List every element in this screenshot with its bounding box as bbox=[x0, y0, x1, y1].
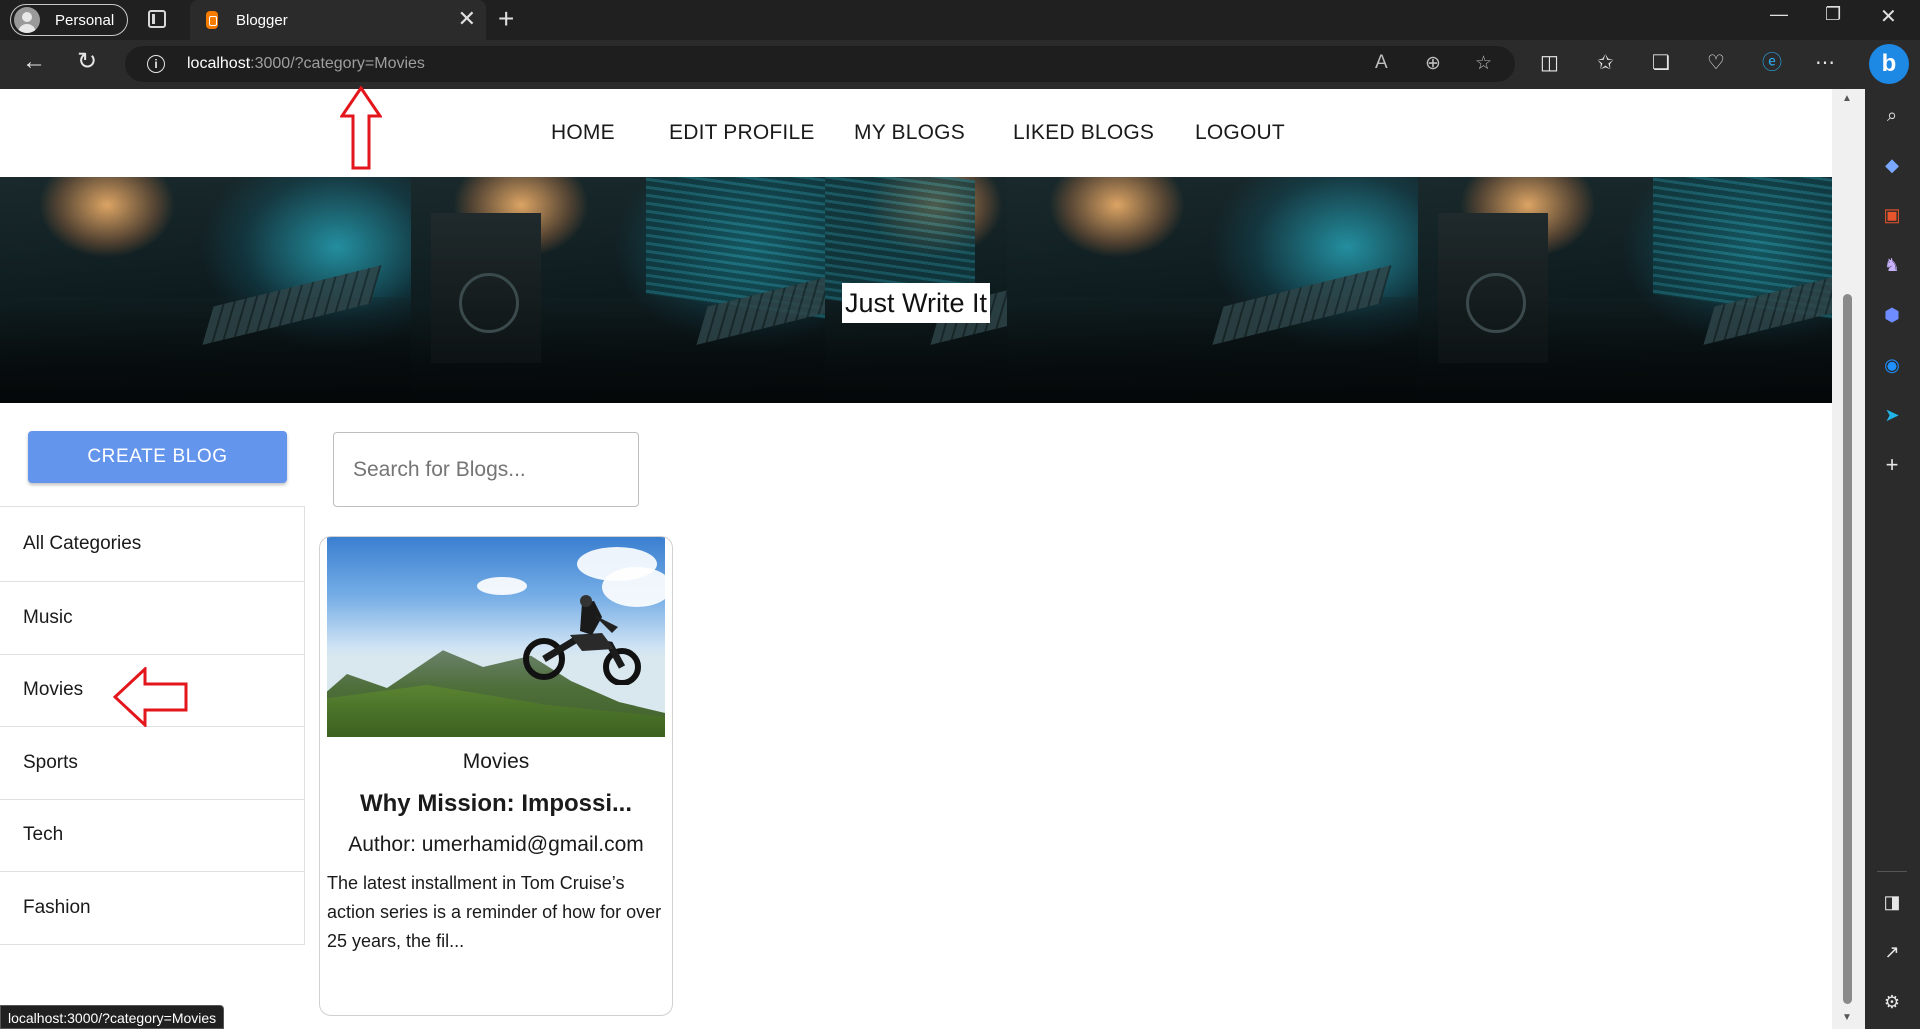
hero-image-tile bbox=[1418, 177, 1832, 403]
status-url-tooltip: localhost:3000/?category=Movies bbox=[0, 1005, 225, 1029]
tab-title: Blogger bbox=[236, 11, 288, 29]
site-navbar: HOME EDIT PROFILE MY BLOGS LIKED BLOGS L… bbox=[0, 89, 1832, 177]
browser-essentials-icon[interactable]: ♡ bbox=[1707, 52, 1725, 74]
category-item-fashion[interactable]: Fashion bbox=[0, 871, 304, 944]
refresh-icon[interactable]: ↻ bbox=[77, 48, 97, 76]
edge-sidebar: ⌕ ◆ ▣ ♞ ⬢ ◉ ➤ + ◨ ↗ ⚙ bbox=[1865, 89, 1920, 1029]
motorbike-rider-icon bbox=[523, 595, 641, 685]
minimize-icon[interactable]: — bbox=[1770, 4, 1788, 25]
category-item-tech[interactable]: Tech bbox=[0, 798, 304, 872]
category-item-music[interactable]: Music bbox=[0, 581, 304, 654]
new-tab-icon[interactable]: + bbox=[498, 5, 514, 33]
blog-card[interactable]: Movies Why Mission: Impossi... Author: u… bbox=[319, 536, 673, 1016]
category-item-sports[interactable]: Sports bbox=[0, 726, 304, 799]
browser-titlebar: Personal Blogger ✕ + — ❐ ✕ bbox=[0, 0, 1920, 40]
sidebar-copilot-icon[interactable]: ⬢ bbox=[1879, 302, 1905, 328]
hero-image-tile bbox=[0, 177, 411, 403]
blog-card-image bbox=[327, 537, 665, 737]
nav-home-link[interactable]: HOME bbox=[551, 121, 615, 145]
scroll-down-icon[interactable]: ▼ bbox=[1842, 1012, 1852, 1023]
browser-tab-active[interactable]: Blogger ✕ bbox=[190, 0, 486, 40]
more-menu-icon[interactable]: ⋯ bbox=[1815, 52, 1835, 74]
read-aloud-icon[interactable]: A bbox=[1375, 52, 1388, 74]
close-tab-icon[interactable]: ✕ bbox=[458, 8, 476, 30]
nav-edit-profile-link[interactable]: EDIT PROFILE bbox=[669, 121, 815, 145]
search-input[interactable] bbox=[335, 434, 637, 505]
zoom-icon[interactable]: ⊕ bbox=[1425, 52, 1441, 75]
sidebar-tools-icon[interactable]: ▣ bbox=[1879, 202, 1905, 228]
nav-liked-blogs-link[interactable]: LIKED BLOGS bbox=[1013, 121, 1154, 145]
sidebar-send-icon[interactable]: ➤ bbox=[1879, 402, 1905, 428]
profile-label: Personal bbox=[55, 11, 115, 29]
close-window-icon[interactable]: ✕ bbox=[1880, 4, 1897, 29]
avatar-icon bbox=[14, 7, 40, 33]
blog-card-author: Author: umerhamid@gmail.com bbox=[348, 833, 644, 856]
category-item-all[interactable]: All Categories bbox=[0, 507, 304, 581]
profile-button[interactable]: Personal bbox=[10, 4, 128, 36]
sidebar-games-icon[interactable]: ♞ bbox=[1879, 252, 1905, 278]
hero-image-tile bbox=[411, 177, 825, 403]
sidebar-search-icon[interactable]: ⌕ bbox=[1879, 102, 1905, 128]
sidebar-add-icon[interactable]: + bbox=[1879, 452, 1905, 478]
nav-my-blogs-link[interactable]: MY BLOGS bbox=[854, 121, 965, 145]
sidebar-divider bbox=[1877, 871, 1907, 872]
favorite-star-icon[interactable]: ☆ bbox=[1475, 52, 1492, 75]
back-arrow-icon[interactable]: ← bbox=[22, 48, 46, 76]
annotation-arrow-left bbox=[113, 667, 188, 727]
external-link-icon[interactable]: ↗ bbox=[1879, 939, 1905, 965]
blog-card-title[interactable]: Why Mission: Impossi... bbox=[320, 790, 672, 818]
hero-banner: Just Write It bbox=[0, 177, 1832, 403]
blog-card-description: The latest installment in Tom Cruise’s a… bbox=[327, 873, 662, 951]
nav-logout-link[interactable]: LOGOUT bbox=[1195, 121, 1285, 145]
url-text[interactable]: localhost:3000/?category=Movies bbox=[187, 55, 425, 73]
page-scrollbar[interactable]: ▲ ▼ bbox=[1832, 89, 1865, 1029]
address-bar[interactable]: i localhost:3000/?category=Movies A ⊕ ☆ bbox=[125, 46, 1515, 82]
tab-actions-icon[interactable] bbox=[148, 10, 166, 28]
annotation-arrow-up bbox=[340, 86, 382, 170]
scrollbar-thumb[interactable] bbox=[1843, 294, 1852, 1004]
sidebar-outlook-icon[interactable]: ◉ bbox=[1879, 352, 1905, 378]
sidebar-panel-icon[interactable]: ◨ bbox=[1879, 889, 1905, 915]
split-screen-icon[interactable]: ◫ bbox=[1540, 52, 1559, 74]
collections-icon[interactable]: ❏ bbox=[1652, 52, 1670, 74]
restore-icon[interactable]: ❐ bbox=[1825, 4, 1841, 25]
copilot-icon[interactable]: b bbox=[1869, 44, 1909, 84]
favorites-icon[interactable]: ✩ bbox=[1597, 52, 1614, 74]
settings-gear-icon[interactable]: ⚙ bbox=[1879, 989, 1905, 1015]
screen: Personal Blogger ✕ + — ❐ ✕ ← ↻ i localho… bbox=[0, 0, 1920, 1029]
edge-icon[interactable]: ⓔ bbox=[1762, 52, 1782, 74]
create-blog-button[interactable]: CREATE BLOG bbox=[28, 431, 287, 483]
hero-title: Just Write It bbox=[842, 283, 991, 323]
page-viewport: HOME EDIT PROFILE MY BLOGS LIKED BLOGS L… bbox=[0, 89, 1832, 1029]
hero-image-tile bbox=[1007, 177, 1421, 403]
browser-toolbar: ← ↻ i localhost:3000/?category=Movies A … bbox=[0, 40, 1920, 89]
blogger-favicon-icon bbox=[206, 11, 218, 29]
search-field bbox=[333, 432, 639, 507]
blog-card-category: Movies bbox=[462, 750, 530, 773]
sidebar-shopping-icon[interactable]: ◆ bbox=[1879, 152, 1905, 178]
site-info-icon[interactable]: i bbox=[147, 55, 165, 73]
scroll-up-icon[interactable]: ▲ bbox=[1842, 93, 1852, 104]
